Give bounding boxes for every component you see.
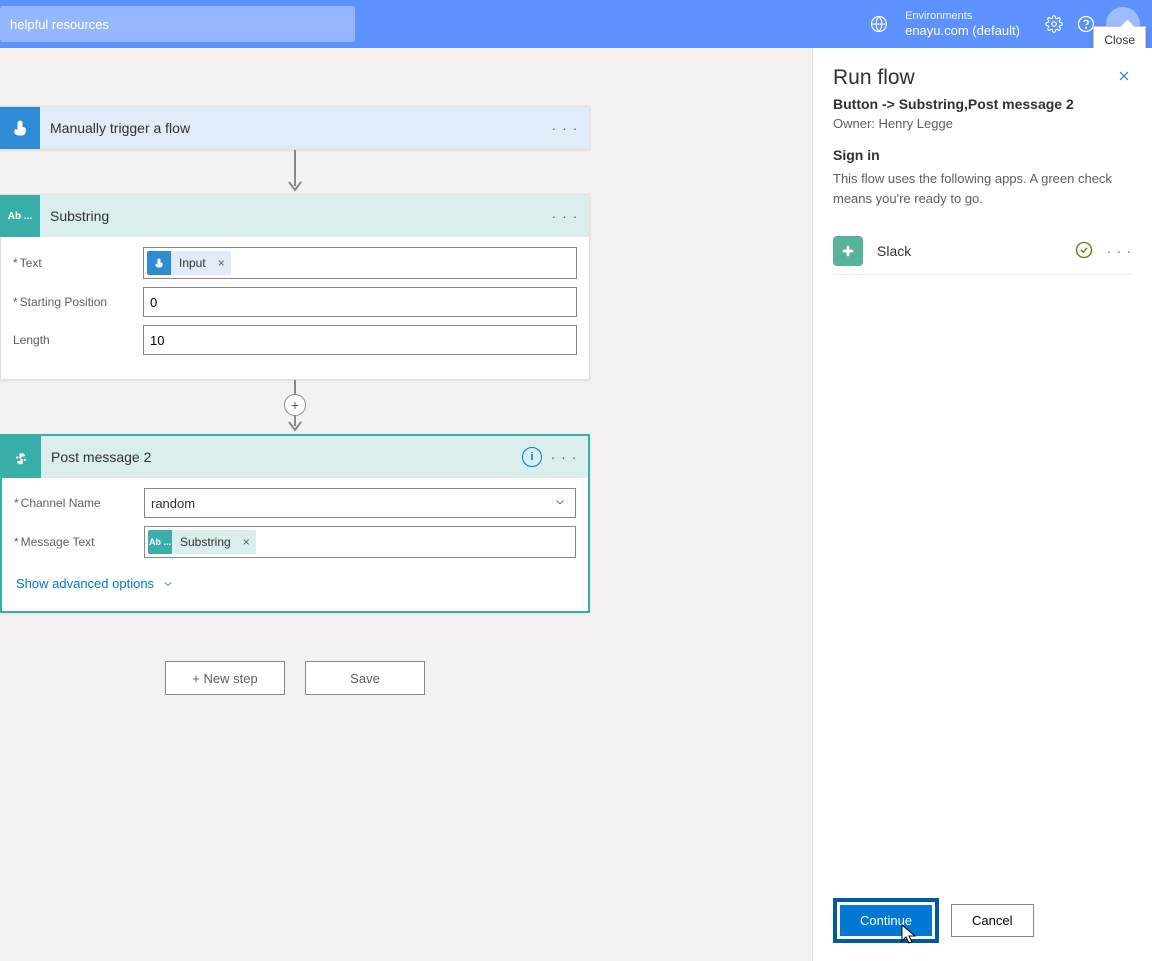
environment-label: Environments [905, 10, 1020, 23]
message-text-input[interactable]: Ab ... Substring × [144, 526, 576, 558]
substring-title: Substring [40, 208, 549, 224]
ellipsis-icon[interactable]: · · · [548, 441, 580, 473]
chevron-down-icon [553, 495, 567, 512]
save-button[interactable]: Save [305, 661, 425, 695]
panel-subtitle: Button -> Substring,Post message 2 [833, 96, 1132, 112]
post-message-header[interactable]: Post message 2 i · · · [2, 436, 588, 478]
globe-icon [863, 8, 895, 40]
token-remove-icon[interactable]: × [237, 535, 256, 549]
start-position-input[interactable] [143, 287, 577, 317]
touch-icon [0, 107, 40, 149]
panel-title: Run flow [833, 66, 1132, 90]
info-icon[interactable]: i [522, 447, 542, 467]
topbar: helpful resources Environments enayu.com… [0, 0, 1152, 48]
add-step-button[interactable]: + [284, 394, 306, 416]
start-label: *Starting Position [13, 295, 143, 309]
close-icon[interactable] [1112, 64, 1136, 88]
search-placeholder-text: helpful resources [10, 17, 109, 32]
post-message-card: Post message 2 i · · · *Channel Name ran… [0, 434, 590, 613]
text-input[interactable]: Input × [143, 247, 577, 279]
connector-arrow: + [0, 380, 590, 434]
sign-in-desc: This flow uses the following apps. A gre… [833, 169, 1132, 208]
substring-token[interactable]: Ab ... Substring × [148, 530, 256, 554]
connection-row: Slack · · · [833, 228, 1132, 275]
check-icon [1075, 241, 1093, 262]
substring-icon: Ab ... [148, 530, 172, 554]
trigger-card[interactable]: Manually trigger a flow · · · [0, 106, 590, 150]
token-remove-icon[interactable]: × [212, 256, 231, 270]
chevron-down-icon [162, 578, 174, 590]
continue-button-focus-ring: Continue [833, 898, 939, 943]
connector-arrow [0, 150, 590, 194]
ellipsis-icon[interactable]: · · · [1107, 244, 1132, 259]
new-step-button[interactable]: + New step [165, 661, 285, 695]
environment-picker[interactable]: Environments enayu.com (default) [863, 8, 1020, 40]
environment-name: enayu.com (default) [905, 23, 1020, 39]
continue-button[interactable]: Continue [840, 905, 932, 936]
sign-in-title: Sign in [833, 147, 1132, 163]
text-label: *Text [13, 256, 143, 270]
substring-header[interactable]: Ab ... Substring · · · [1, 195, 589, 237]
slack-icon [1, 436, 41, 478]
show-advanced-link[interactable]: Show advanced options [14, 566, 174, 595]
run-flow-panel: Run flow Button -> Substring,Post messag… [812, 48, 1152, 961]
connection-name: Slack [877, 243, 1061, 259]
touch-icon [147, 251, 171, 275]
length-input[interactable] [143, 325, 577, 355]
panel-owner: Owner: Henry Legge [833, 116, 1132, 131]
cancel-button[interactable]: Cancel [951, 904, 1033, 937]
ellipsis-icon[interactable]: · · · [549, 112, 581, 144]
message-label: *Message Text [14, 535, 144, 549]
input-token[interactable]: Input × [147, 251, 231, 275]
post-message-title: Post message 2 [41, 449, 522, 465]
slack-icon [833, 236, 863, 266]
gear-icon[interactable] [1038, 8, 1070, 40]
search-input-wrap[interactable]: helpful resources [0, 6, 355, 42]
flow-canvas: Manually trigger a flow · · · Ab ... Sub… [0, 48, 812, 961]
channel-dropdown[interactable]: random [144, 488, 576, 518]
length-label: Length [13, 333, 143, 347]
trigger-title: Manually trigger a flow [40, 120, 549, 136]
channel-label: *Channel Name [14, 496, 144, 510]
ellipsis-icon[interactable]: · · · [549, 200, 581, 232]
substring-card: Ab ... Substring · · · *Text Input × [0, 194, 590, 380]
substring-icon: Ab ... [0, 195, 40, 237]
